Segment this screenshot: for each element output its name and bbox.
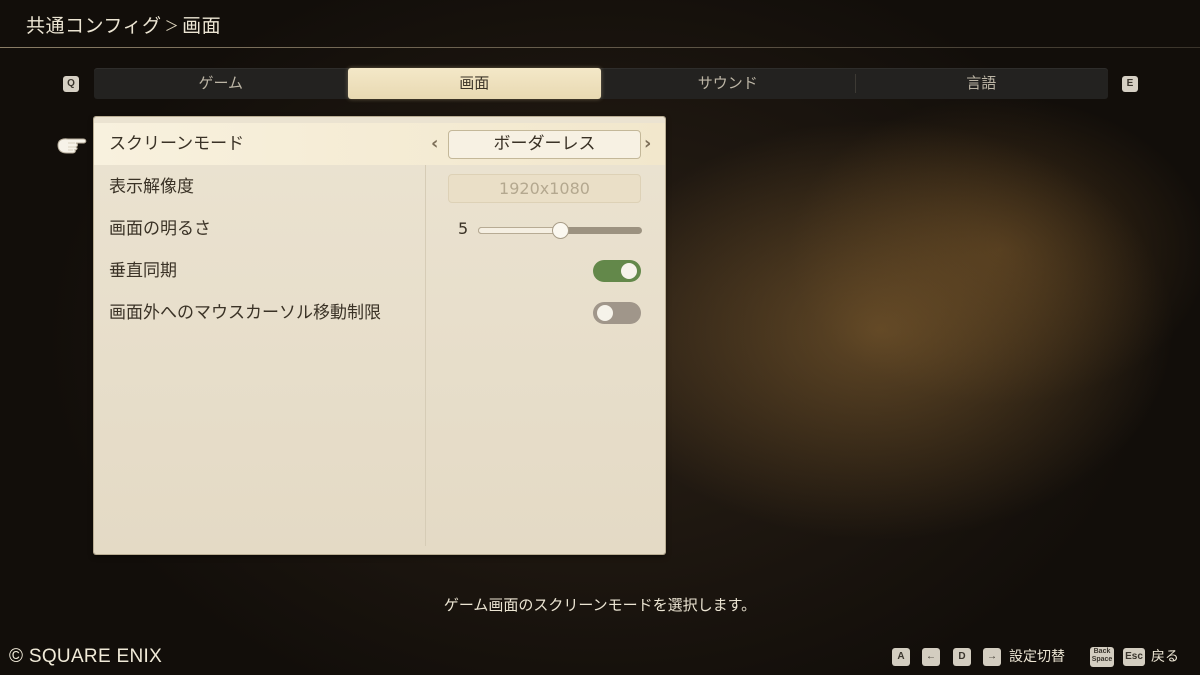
mouse-limit-toggle[interactable] — [593, 302, 641, 324]
tab-game[interactable]: ゲーム — [94, 68, 348, 99]
prev-tab-key[interactable]: Q — [63, 76, 79, 92]
left-arrow-key-icon[interactable]: ← — [922, 648, 940, 666]
brightness-slider-fill — [478, 227, 560, 234]
resolution-value: 1920x1080 — [448, 174, 641, 203]
header-divider — [0, 47, 1200, 48]
toggle-knob — [621, 263, 637, 279]
prev-value-arrow-icon[interactable]: ‹ — [431, 123, 438, 165]
key-d[interactable]: D — [953, 648, 971, 666]
breadcrumb: 共通コンフィグ＞画面 — [26, 11, 221, 38]
resolution-label: 表示解像度 — [109, 177, 194, 197]
switch-setting-label: 設定切替 — [1009, 649, 1065, 665]
key-a[interactable]: A — [892, 648, 910, 666]
brightness-value: 5 — [458, 219, 469, 238]
pointing-hand-icon — [57, 138, 87, 154]
top-bar: 共通コンフィグ＞画面 — [0, 0, 1200, 48]
tab-display[interactable]: 画面 — [347, 68, 601, 99]
mouse-limit-label: 画面外へのマウスカーソル移動制限 — [109, 303, 381, 323]
backspace-key[interactable]: Back Space — [1090, 647, 1114, 667]
setting-row-brightness[interactable]: 画面の明るさ 5 — [94, 208, 665, 250]
breadcrumb-separator-icon: ＞ — [164, 19, 180, 35]
vsync-toggle[interactable] — [593, 260, 641, 282]
setting-row-vsync[interactable]: 垂直同期 — [94, 250, 665, 292]
tab-language[interactable]: 言語 — [854, 68, 1109, 99]
brightness-label: 画面の明るさ — [109, 219, 211, 239]
tab-sound[interactable]: サウンド — [601, 68, 855, 99]
settings-panel: スクリーンモード ‹ ボーダーレス › 表示解像度 1920x1080 画面の明… — [94, 117, 665, 554]
breadcrumb-root[interactable]: 共通コンフィグ — [26, 15, 162, 37]
setting-row-mouse-limit[interactable]: 画面外へのマウスカーソル移動制限 — [94, 292, 665, 334]
toggle-knob — [597, 305, 613, 321]
brightness-slider[interactable] — [478, 222, 642, 239]
next-value-arrow-icon[interactable]: › — [644, 123, 651, 165]
help-text: ゲーム画面のスクリーンモードを選択します。 — [443, 596, 757, 614]
screen-mode-value[interactable]: ボーダーレス — [448, 130, 641, 159]
right-arrow-key-icon[interactable]: → — [983, 648, 1001, 666]
copyright: © SQUARE ENIX — [9, 646, 163, 667]
tab-bar: ゲーム 画面 サウンド 言語 — [94, 68, 1108, 99]
esc-key[interactable]: Esc — [1123, 648, 1145, 666]
back-label: 戻る — [1151, 649, 1179, 665]
setting-row-screen-mode[interactable]: スクリーンモード ‹ ボーダーレス › — [94, 123, 665, 165]
breadcrumb-current: 画面 — [182, 15, 222, 37]
next-tab-key[interactable]: E — [1122, 76, 1138, 92]
setting-row-resolution: 表示解像度 1920x1080 — [94, 166, 665, 208]
vsync-label: 垂直同期 — [109, 261, 177, 281]
screen-mode-label: スクリーンモード — [109, 134, 245, 154]
brightness-slider-knob[interactable] — [552, 222, 569, 239]
